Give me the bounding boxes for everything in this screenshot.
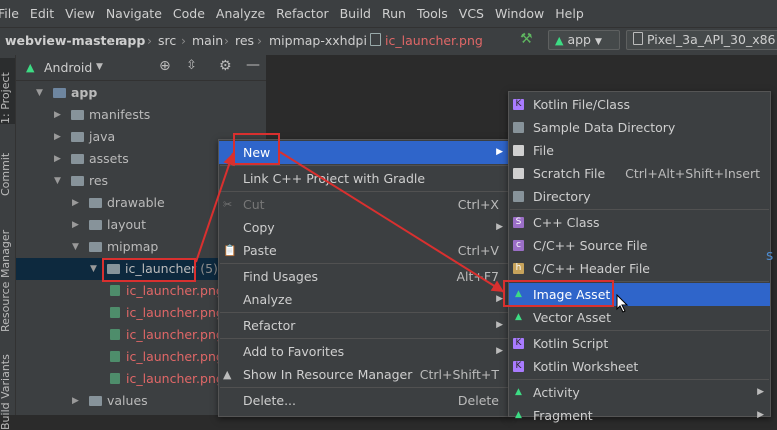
arrow-new-to-image-asset [279,151,505,293]
mouse-cursor-icon [616,294,629,313]
editor-partial-text: s [766,248,774,264]
annotation-arrows [195,151,505,293]
arrow-ic-launcher-to-new [195,152,235,263]
